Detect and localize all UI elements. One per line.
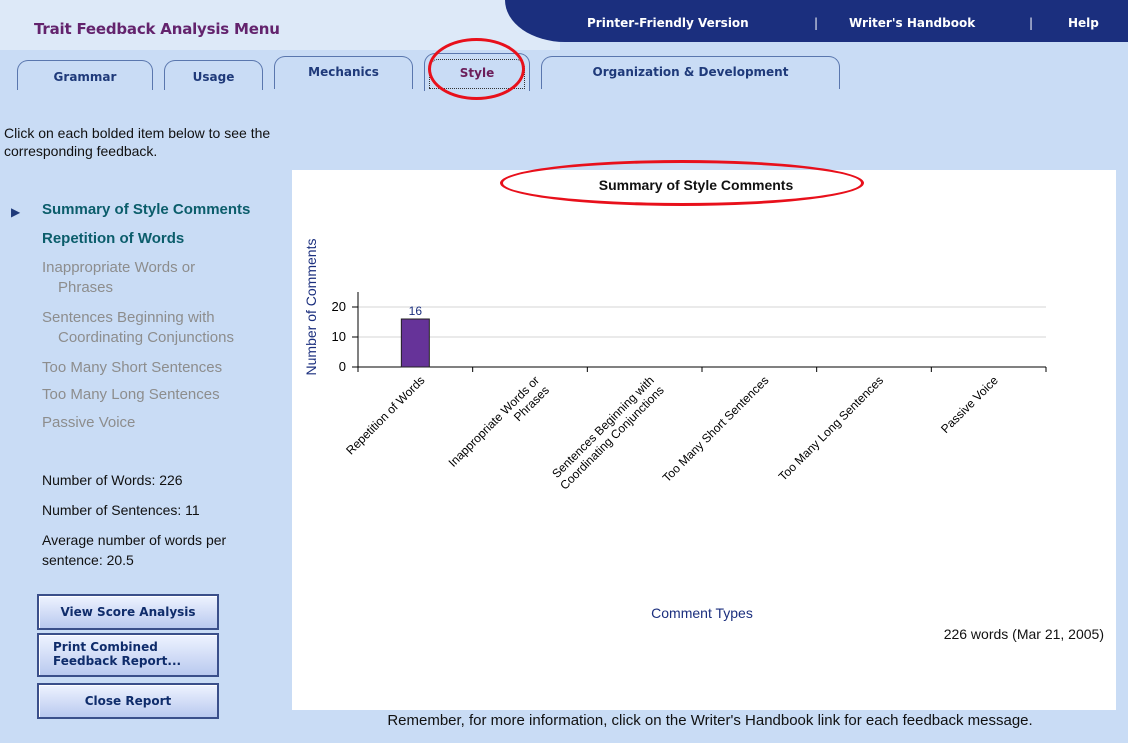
bar-chart: 0 10 20 Number of Comments 16 Repetition of W… <box>303 239 1047 621</box>
x-tick-label: Too Many Long Sentences <box>776 373 886 483</box>
nav-item-label: Inappropriate Words or <box>42 259 196 276</box>
button-label-line2: Feedback Report... <box>53 654 182 668</box>
y-tick-label: 0 <box>339 359 346 374</box>
x-tick-label: Sentences Beginning withCoordinating Con… <box>547 373 666 492</box>
writers-handbook-link[interactable]: Writer's Handbook <box>849 16 975 30</box>
x-tick-label: Repetition of Words <box>343 373 427 457</box>
close-report-button[interactable]: Close Report <box>37 683 219 719</box>
bar-data-label: 16 <box>409 304 423 318</box>
x-tick-label-line: Too Many Long Sentences <box>776 373 886 483</box>
nav-item-sublabel: Coordinating Conjunctions <box>58 329 234 346</box>
tab-label: Grammar <box>53 70 117 84</box>
y-tick-label: 20 <box>332 299 346 314</box>
tab-grammar[interactable]: Grammar <box>17 60 153 90</box>
x-tick-label-line: Inappropriate Words or <box>446 373 543 470</box>
footer-note: Remember, for more information, click on… <box>387 712 1033 729</box>
selected-arrow-icon: ▶ <box>11 205 21 219</box>
title-bar: Trait Feedback Analysis Menu <box>0 0 560 50</box>
nav-item-sublabel: Phrases <box>58 279 114 296</box>
y-tick-label: 10 <box>332 329 346 344</box>
help-link[interactable]: Help <box>1068 16 1099 30</box>
chart-panel: Summary of Style Comments 0 10 20 Number of… <box>292 160 1116 710</box>
average-words-stat: Average number of words per sentence: 20… <box>42 530 226 570</box>
x-tick-label-line: Repetition of Words <box>343 373 427 457</box>
x-axis-label: Comment Types <box>651 605 753 621</box>
nav-inappropriate-words: Inappropriate Words or Phrases <box>42 258 195 298</box>
word-count-label: 226 words (Mar 21, 2005) <box>943 626 1104 642</box>
word-count-stat: Number of Words: 226 <box>42 472 183 488</box>
x-tick-label-line: Sentences Beginning with <box>549 373 657 481</box>
sentence-count-stat: Number of Sentences: 11 <box>42 502 200 518</box>
nav-repetition-of-words[interactable]: Repetition of Words <box>42 229 184 249</box>
x-tick-label-line: Coordinating Conjunctions <box>557 383 666 492</box>
x-tick-label: Too Many Short Sentences <box>660 373 772 485</box>
x-tick-label: Passive Voice <box>938 373 1001 436</box>
x-tick-label: Inappropriate Words orPhrases <box>446 373 552 479</box>
top-nav-bar: Printer-Friendly Version | Writer's Hand… <box>505 0 1128 42</box>
tab-label: Mechanics <box>308 65 379 79</box>
tab-label: Usage <box>192 70 235 84</box>
app-window: Trait Feedback Analysis Menu Printer-Fri… <box>0 0 1128 743</box>
nav-separator: | <box>1029 16 1034 30</box>
nav-too-many-short-sentences: Too Many Short Sentences <box>42 359 223 376</box>
tab-label: Organization & Development <box>592 65 789 79</box>
nav-item-label: Sentences Beginning with <box>42 309 215 326</box>
nav-too-many-long-sentences: Too Many Long Sentences <box>42 386 220 403</box>
nav-passive-voice: Passive Voice <box>42 414 136 431</box>
tab-mechanics[interactable]: Mechanics <box>274 56 413 89</box>
nav-summary-of-style-comments[interactable]: Summary of Style Comments <box>42 200 250 220</box>
printer-friendly-link[interactable]: Printer-Friendly Version <box>587 16 749 30</box>
nav-separator: | <box>814 16 819 30</box>
button-label-line1: Print Combined <box>53 640 158 654</box>
average-words-line2: sentence: 20.5 <box>42 552 134 568</box>
tab-style[interactable]: Style <box>424 53 530 91</box>
tab-label: Style <box>459 66 495 80</box>
tab-organization-development[interactable]: Organization & Development <box>541 56 840 89</box>
x-tick-label-line: Passive Voice <box>938 373 1001 436</box>
sidebar-instructions: Click on each bolded item below to see t… <box>4 125 271 159</box>
app-title: Trait Feedback Analysis Menu <box>34 20 280 38</box>
x-tick-label-line: Too Many Short Sentences <box>660 373 772 485</box>
average-words-line1: Average number of words per <box>42 532 227 548</box>
print-combined-report-button[interactable]: Print Combined Feedback Report... <box>37 633 219 677</box>
view-score-analysis-button[interactable]: View Score Analysis <box>37 594 219 630</box>
y-axis-label: Number of Comments <box>303 239 319 376</box>
nav-coordinating-conjunctions: Sentences Beginning with Coordinating Co… <box>42 308 234 348</box>
tab-usage[interactable]: Usage <box>164 60 263 90</box>
chart-title: Summary of Style Comments <box>598 177 794 193</box>
bar <box>400 318 430 368</box>
